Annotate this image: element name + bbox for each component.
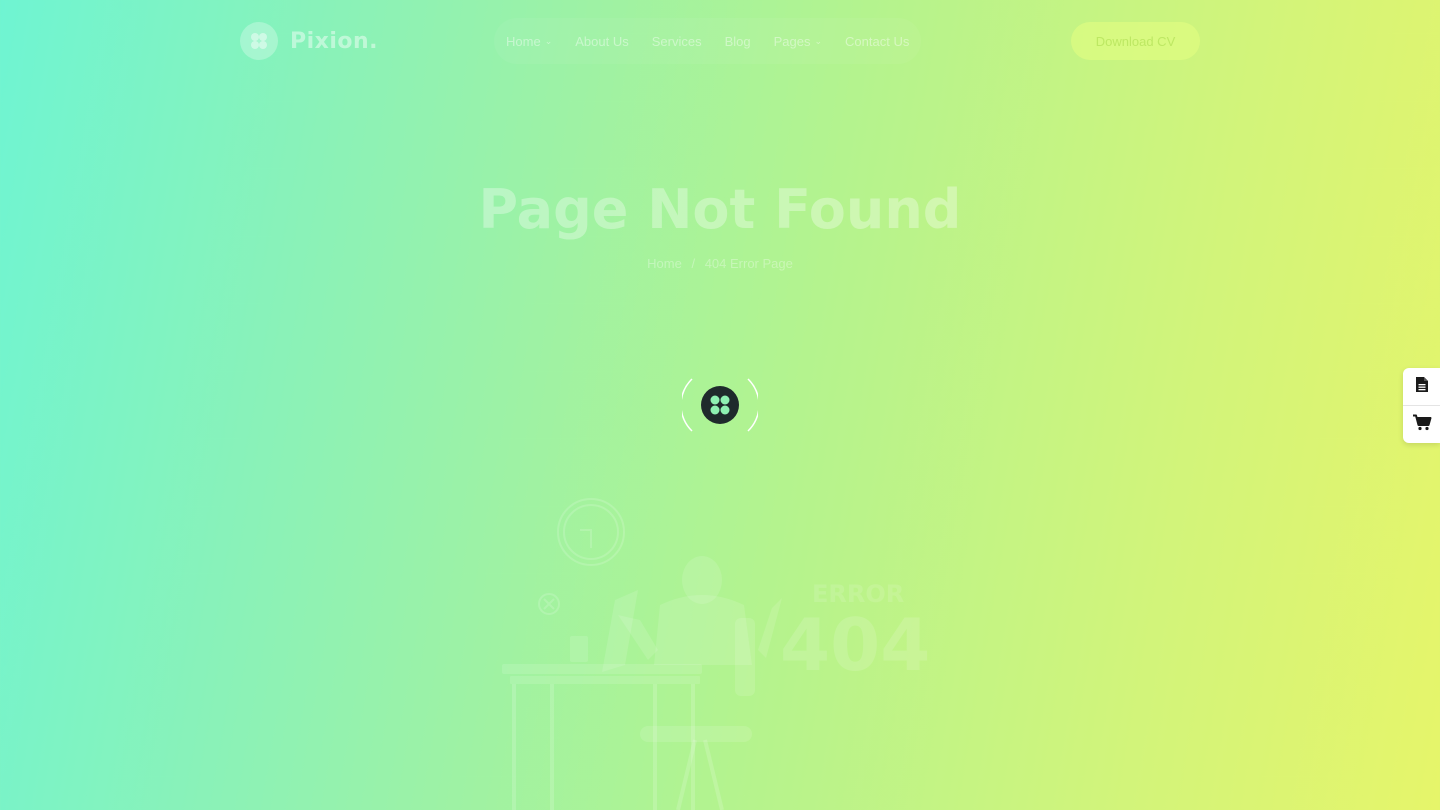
nav-item-label: Blog [724,33,751,49]
logo-mark-icon [240,22,278,60]
chevron-down-icon: ⌄ [814,35,823,46]
breadcrumb: Home / 404 Error Page [0,256,1440,271]
brand-name: Pixion. [290,28,379,54]
main-nav: Home ⌄ About Us Services Blog Pages ⌄ Co… [494,18,922,64]
nav-item-label: Pages [773,33,811,49]
side-dock [1403,368,1440,443]
error-illustration: ERROR 404 [490,490,950,810]
nav-item-blog[interactable]: Blog [725,34,751,49]
download-cv-button[interactable]: Download CV [1071,22,1200,60]
preloader-spinner-icon [680,378,760,432]
breadcrumb-current: 404 Error Page [704,256,793,271]
nav-item-services[interactable]: Services [652,34,702,49]
preloader [680,376,760,434]
nav-item-label: Home [506,33,541,49]
cart-button[interactable] [1403,406,1440,443]
document-button[interactable] [1403,368,1440,405]
nav-item-pages[interactable]: Pages ⌄ [774,34,822,49]
breadcrumb-separator: / [691,256,696,271]
nav-item-about-us[interactable]: About Us [575,34,628,49]
logo[interactable]: Pixion. [240,22,378,60]
site-header: Pixion. Home ⌄ About Us Services Blog Pa… [0,0,1440,82]
document-icon [1415,376,1429,398]
chevron-down-icon: ⌄ [544,35,553,46]
nav-item-label: Services [651,33,702,49]
nav-item-home[interactable]: Home ⌄ [506,34,552,49]
breadcrumb-home-link[interactable]: Home [647,256,682,271]
error-code: 404 [780,603,930,687]
nav-item-contact-us[interactable]: Contact Us [845,34,909,49]
nav-item-label: Contact Us [845,33,910,49]
cart-icon [1412,414,1432,436]
nav-item-label: About Us [575,33,629,49]
page-title: Page Not Found [478,178,962,241]
